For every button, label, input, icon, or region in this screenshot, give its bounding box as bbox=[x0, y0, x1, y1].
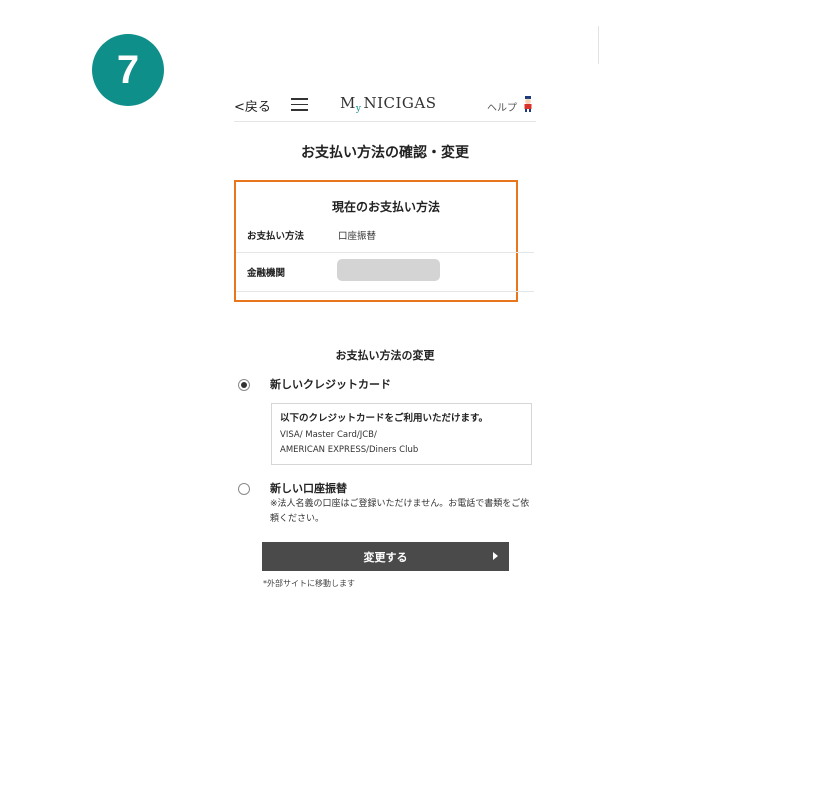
page-title: お支払い方法の確認・変更 bbox=[301, 145, 469, 161]
change-method-title: お支払い方法の変更 bbox=[335, 349, 435, 362]
mynicigas-logo[interactable]: My NICIGAS bbox=[340, 94, 437, 114]
card-brands-line2: AMERICAN EXPRESS/Diners Club bbox=[280, 445, 419, 455]
submit-label: 変更する bbox=[363, 551, 408, 564]
help-link[interactable]: ヘルプ bbox=[487, 99, 517, 114]
hamburger-menu-icon[interactable] bbox=[291, 98, 308, 111]
bank-transfer-option-label[interactable]: 新しい口座振替 bbox=[270, 480, 347, 496]
character-mascot-icon[interactable] bbox=[522, 96, 534, 112]
row-divider bbox=[236, 291, 534, 292]
card-brands-line1: VISA/ Master Card/JCB/ bbox=[280, 430, 377, 440]
credit-card-option-label[interactable]: 新しいクレジットカード bbox=[270, 376, 391, 392]
payment-method-label: お支払い方法 bbox=[247, 231, 305, 242]
divider bbox=[598, 26, 599, 64]
step-number-badge: 7 bbox=[92, 34, 164, 106]
current-method-title: 現在のお支払い方法 bbox=[331, 200, 440, 214]
credit-card-radio[interactable] bbox=[238, 379, 250, 391]
bank-value-masked bbox=[337, 259, 440, 281]
arrow-right-icon bbox=[493, 552, 498, 560]
header-divider bbox=[234, 121, 536, 122]
row-divider bbox=[236, 252, 534, 253]
payment-method-value: 口座振替 bbox=[338, 231, 377, 242]
app-header: <戻る My NICIGAS ヘルプ bbox=[234, 92, 536, 118]
logo-y: y bbox=[355, 104, 362, 114]
external-site-note: *外部サイトに移動します bbox=[263, 579, 355, 588]
back-link[interactable]: <戻る bbox=[234, 96, 271, 115]
logo-m: M bbox=[340, 94, 356, 112]
corporate-account-note: ※法人名義の口座はご登録いただけません。お電話で書類をご依頼ください。 bbox=[270, 499, 530, 524]
bank-transfer-radio[interactable] bbox=[238, 483, 250, 495]
bank-label: 金融機関 bbox=[247, 268, 286, 279]
submit-change-button[interactable]: 変更する bbox=[262, 542, 509, 571]
card-info-title: 以下のクレジットカードをご利用いただけます。 bbox=[280, 413, 489, 424]
credit-card-info-box: 以下のクレジットカードをご利用いただけます。 VISA/ Master Card… bbox=[271, 403, 532, 465]
logo-text: NICIGAS bbox=[363, 94, 437, 112]
